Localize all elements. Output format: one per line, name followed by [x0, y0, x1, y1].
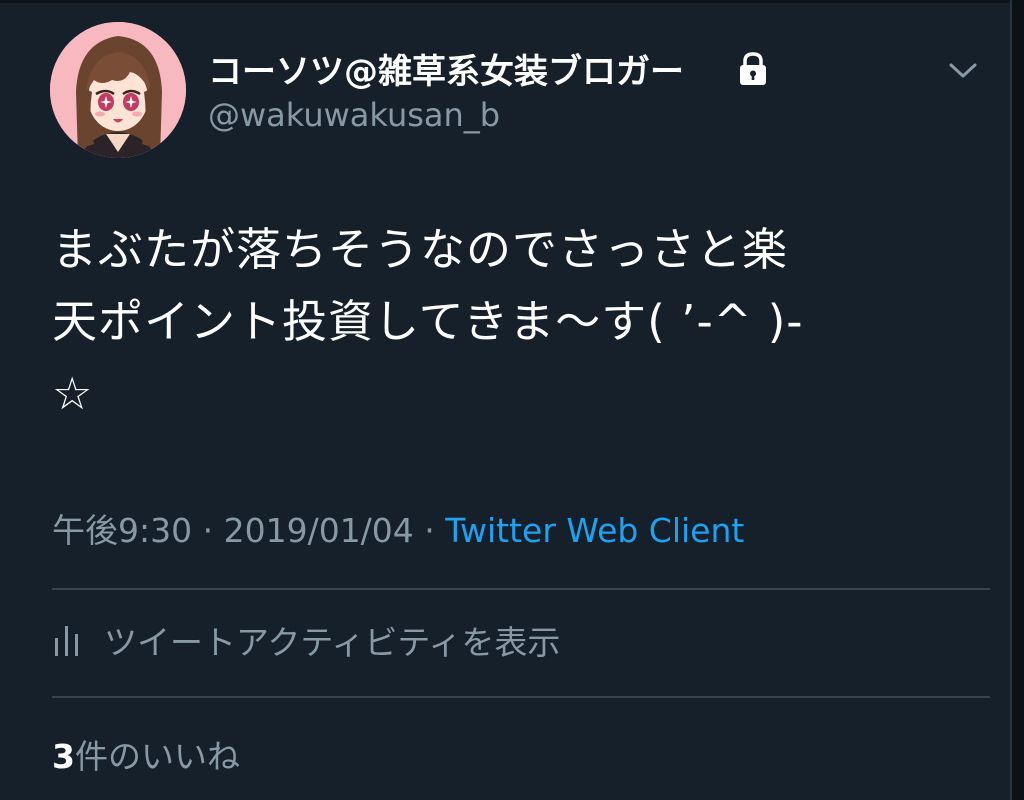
tweet-client-link[interactable]: Twitter Web Client: [445, 511, 744, 550]
lock-icon: [740, 52, 766, 85]
author-handle[interactable]: @wakuwakusan_b: [208, 96, 500, 134]
tweet-detail-page: コーソツ@雑草系女装ブロガー @wakuwakusan_b まぶたが落ちそうなの…: [0, 0, 1024, 800]
window-edge: [1010, 0, 1024, 800]
meta-separator: ·: [192, 511, 224, 550]
tweet-date[interactable]: 2019/01/04: [224, 511, 414, 550]
likes-count-link[interactable]: 3件のいいね: [52, 730, 240, 778]
chevron-down-icon[interactable]: [944, 56, 982, 84]
divider: [52, 696, 990, 698]
tweet-metadata: 午後9:30 · 2019/01/04 · Twitter Web Client: [52, 504, 744, 552]
tweet-activity-link[interactable]: ツイートアクティビティを表示: [52, 618, 560, 662]
likes-count: 3: [52, 737, 75, 776]
avatar[interactable]: [50, 22, 186, 158]
meta-separator: ·: [413, 511, 446, 550]
tweet-time[interactable]: 午後9:30: [52, 511, 192, 550]
likes-label: 件のいいね: [74, 737, 240, 776]
divider: [52, 588, 990, 590]
activity-label: ツイートアクティビティを表示: [104, 623, 561, 662]
anime-girl-avatar-icon: [50, 22, 186, 158]
top-edge: [0, 0, 1024, 3]
bar-chart-icon: [55, 626, 78, 656]
author-display-name[interactable]: コーソツ@雑草系女装ブロガー: [208, 44, 684, 93]
tweet-text: まぶたが落ちそうなのでさっさと楽 天ポイント投資してきま〜す( ’-^ )- ☆: [52, 223, 804, 420]
